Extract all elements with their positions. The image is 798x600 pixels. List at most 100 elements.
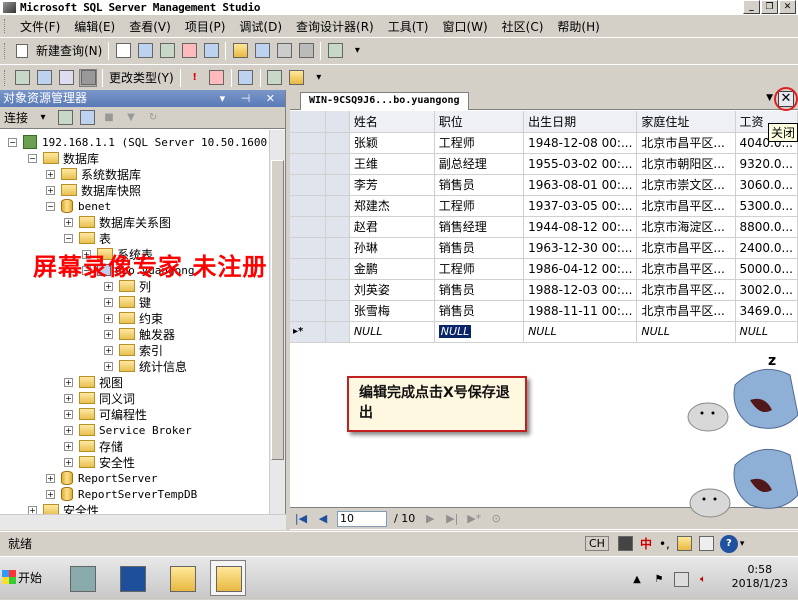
expand-icon[interactable]: + xyxy=(46,473,55,483)
show-sql-pane-icon[interactable] xyxy=(57,69,75,87)
table-cell[interactable]: 张雪梅 xyxy=(349,300,435,322)
current-record-input[interactable]: 10 xyxy=(337,510,387,527)
execute-sql-icon[interactable]: ! xyxy=(186,69,204,87)
table-cell[interactable]: 2400.0... xyxy=(735,237,798,259)
table-cell[interactable]: 北京市昌平区... xyxy=(636,258,736,280)
row-header[interactable] xyxy=(290,216,326,238)
connect-server-icon[interactable] xyxy=(56,109,74,127)
row-selector[interactable] xyxy=(325,132,350,154)
table-cell[interactable]: 9320.0... xyxy=(735,153,798,175)
last-record-icon[interactable]: ▶| xyxy=(444,511,460,527)
tree-node-indexes[interactable]: + 索引 xyxy=(104,342,163,358)
connect-dropdown-icon[interactable]: ▾ xyxy=(34,109,52,127)
tree-node-db-diagrams[interactable]: + 数据库关系图 xyxy=(64,214,171,230)
row-selector[interactable] xyxy=(325,300,350,322)
menu-edit[interactable]: 编辑(E) xyxy=(67,18,122,35)
table-row[interactable]: 张颖 工程师 1948-12-08 00:... 北京市昌平区... 4040.0... xyxy=(290,132,798,154)
server-manager-icon[interactable] xyxy=(64,560,100,596)
expand-icon[interactable]: + xyxy=(64,457,73,467)
new-record-icon[interactable]: ▶* xyxy=(466,511,482,527)
table-row[interactable]: 李芳 销售员 1963-08-01 00:... 北京市崇文区... 3060.0... xyxy=(290,174,798,196)
tree-node-statistics[interactable]: + 统计信息 xyxy=(104,358,187,374)
row-header[interactable] xyxy=(290,132,326,154)
minimize-button[interactable]: _ xyxy=(743,0,760,14)
sqlce-query-icon[interactable] xyxy=(202,42,220,60)
help-icon[interactable]: ? xyxy=(719,534,738,553)
table-cell[interactable]: 3060.0... xyxy=(735,174,798,196)
null-cell[interactable]: NULL xyxy=(523,321,638,343)
disconnect-icon[interactable] xyxy=(78,109,96,127)
mdx-query-icon[interactable] xyxy=(136,42,154,60)
tray-expand-icon[interactable]: ▲ xyxy=(628,570,646,588)
table-cell[interactable]: 工程师 xyxy=(434,132,525,154)
expand-icon[interactable]: + xyxy=(104,345,113,355)
column-header-birthdate[interactable]: 出生日期 xyxy=(523,111,638,133)
explorer-icon[interactable] xyxy=(164,560,200,596)
powershell-icon[interactable] xyxy=(114,560,150,596)
table-cell[interactable]: 赵君 xyxy=(349,216,435,238)
save-icon[interactable] xyxy=(253,42,271,60)
null-cell-selected[interactable]: NULL xyxy=(438,325,472,338)
expand-icon[interactable]: + xyxy=(104,361,113,371)
tree-node-databases[interactable]: − 数据库 xyxy=(28,150,99,166)
table-cell[interactable]: 金鹏 xyxy=(349,258,435,280)
row-selector[interactable] xyxy=(325,321,350,343)
row-header[interactable] xyxy=(290,279,326,301)
column-header-position[interactable]: 职位 xyxy=(434,111,525,133)
table-cell[interactable]: 刘英姿 xyxy=(349,279,435,301)
tree-node-reportservertempdb[interactable]: + ReportServerTempDB xyxy=(46,486,197,502)
table-cell[interactable]: 销售经理 xyxy=(434,216,525,238)
table-cell[interactable]: 1963-08-01 00:... xyxy=(523,174,638,196)
expand-icon[interactable]: + xyxy=(46,489,55,499)
add-table-icon[interactable] xyxy=(266,69,284,87)
table-row[interactable]: 张雪梅 销售员 1988-11-11 00:... 北京市昌平区... 3469.0..… xyxy=(290,300,798,322)
table-cell[interactable]: 销售员 xyxy=(434,279,525,301)
table-cell[interactable]: 1937-03-05 00:... xyxy=(523,195,638,217)
table-cell[interactable]: 张颖 xyxy=(349,132,435,154)
tree-node-views[interactable]: + 视图 xyxy=(64,374,123,390)
row-selector[interactable] xyxy=(325,216,350,238)
table-cell[interactable]: 北京市海淀区... xyxy=(636,216,736,238)
expand-icon[interactable]: + xyxy=(46,169,55,179)
ssms-taskbar-icon[interactable] xyxy=(210,560,246,596)
save-all-icon[interactable] xyxy=(275,42,293,60)
ime-mode[interactable]: 中 xyxy=(640,535,652,552)
tree-node-system-databases[interactable]: + 系统数据库 xyxy=(46,166,141,182)
row-selector[interactable] xyxy=(325,279,350,301)
table-cell[interactable]: 副总经理 xyxy=(434,153,525,175)
punctuation-icon[interactable]: •, xyxy=(659,537,670,551)
expand-icon[interactable]: + xyxy=(64,393,73,403)
new-row[interactable]: ▸* NULL NULL NULL NULL NULL xyxy=(290,321,798,343)
menu-file[interactable]: 文件(F) xyxy=(13,18,67,35)
tree-node-db-snapshots[interactable]: + 数据库快照 xyxy=(46,182,141,198)
group-by-icon[interactable] xyxy=(237,69,255,87)
null-cell[interactable]: NULL xyxy=(349,321,435,343)
tree-node-triggers[interactable]: + 触发器 xyxy=(104,326,175,342)
row-selector[interactable] xyxy=(325,195,350,217)
menu-window[interactable]: 窗口(W) xyxy=(435,18,494,35)
menu-view[interactable]: 查看(V) xyxy=(122,18,178,35)
start-button[interactable]: 开始 xyxy=(2,566,48,588)
menu-community[interactable]: 社区(C) xyxy=(495,18,551,35)
table-cell[interactable]: 1944-08-12 00:... xyxy=(523,216,638,238)
ime-settings-icon[interactable] xyxy=(698,535,716,553)
tree-node-synonyms[interactable]: + 同义词 xyxy=(64,390,135,406)
tab-list-dropdown-icon[interactable]: ▼ xyxy=(766,93,773,103)
table-cell[interactable]: 北京市昌平区... xyxy=(636,300,736,322)
expand-icon[interactable]: + xyxy=(64,217,73,227)
tree-vertical-scrollbar[interactable] xyxy=(269,130,285,515)
expand-icon[interactable]: + xyxy=(104,281,113,291)
row-selector[interactable] xyxy=(325,258,350,280)
system-clock[interactable]: 0:58 2018/1/23 xyxy=(732,563,788,591)
table-cell[interactable]: 工程师 xyxy=(434,195,525,217)
column-header-address[interactable]: 家庭住址 xyxy=(636,111,736,133)
table-cell[interactable]: 北京市昌平区... xyxy=(636,279,736,301)
tree-node-storage[interactable]: + 存储 xyxy=(64,438,123,454)
tree-node-tables[interactable]: − 表 xyxy=(64,230,111,246)
volume-icon[interactable]: 🔈︎ xyxy=(694,570,712,588)
refresh-icon[interactable]: ↻ xyxy=(144,109,162,127)
dmx-query-icon[interactable] xyxy=(158,42,176,60)
add-derived-table-icon[interactable] xyxy=(288,69,306,87)
ime-logo-icon[interactable] xyxy=(617,535,635,553)
show-diagram-pane-icon[interactable] xyxy=(13,69,31,87)
